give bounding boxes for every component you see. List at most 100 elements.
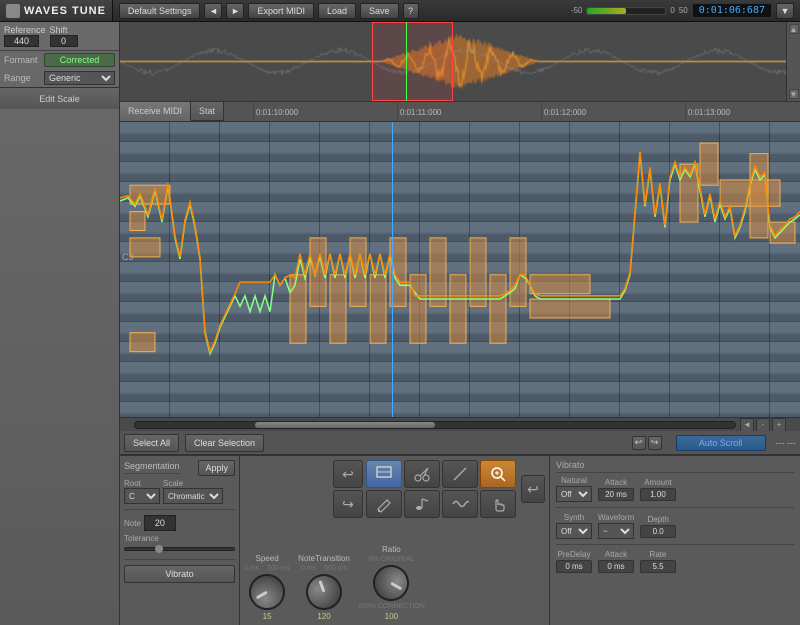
ratio-knob[interactable] [367,558,416,607]
shift-label: Shift [50,25,78,35]
time-expand-button[interactable]: ▼ [776,3,794,19]
timeline-ruler: 0:01:10:000 0:01:11:000 0:01:12:000 0:01… [224,102,800,122]
piano-roll-scrollbar-thumb[interactable] [255,422,435,428]
redo-small-button[interactable]: ↪ [648,436,662,450]
select-all-button[interactable]: Select All [124,434,179,452]
wave-tool-button[interactable] [442,490,478,518]
range-row: Range Generic Soprano Alto Tenor Bass [0,69,119,87]
roll-scroll-minus[interactable]: - [756,418,770,432]
reference-input[interactable] [4,35,39,47]
speed-min-label: 0 [244,565,248,572]
note-transition-knob[interactable] [301,569,347,615]
overview-scroll-up[interactable]: ▲ [789,24,799,34]
vibrato-natural-header: Natural [556,476,592,485]
nt-max-label: 500 [324,565,336,572]
bottom-controls-bar: Select All Clear Selection ↩ ↪ Auto Scro… [120,431,800,455]
note-input[interactable] [144,515,176,531]
toolbar: Default Settings ◄ ► Export MIDI Load Sa… [113,3,800,19]
tool-row-1 [366,460,516,488]
title-bar: WAVES TUNE Default Settings ◄ ► Export M… [0,0,800,22]
undo-right-button[interactable]: ↩ [521,475,545,503]
vibrato-predelay-col: PreDelay 0 ms [556,550,592,573]
vibrato-attack-value: 20 ms [598,488,634,501]
help-button[interactable]: ? [403,3,419,19]
save-button[interactable]: Save [360,3,399,19]
tolerance-label: Tolerance [124,534,235,543]
piano-roll-scrollbar-track[interactable] [134,421,736,429]
redo-button[interactable]: ↪ [333,490,363,518]
piano-roll-scrollbar: ◄ - + [120,417,800,431]
note-transition-value: 120 [317,612,330,621]
knobs-row: Speed 0 ms 500 ms 15 NoteTransition [244,522,545,621]
vibrato-natural-col: Natural OffOn [556,476,592,502]
receive-midi-tab[interactable]: Receive MIDI [120,102,191,121]
roll-scroll-plus[interactable]: + [772,418,786,432]
clear-selection-button[interactable]: Clear Selection [185,434,264,452]
range-select[interactable]: Generic Soprano Alto Tenor Bass [44,71,115,85]
apply-button[interactable]: Apply [198,460,235,476]
note-tool-button[interactable] [404,490,440,518]
vibrato-waveform-col: Waveform ~▲■ [598,513,634,539]
back-button[interactable]: ◄ [204,3,222,19]
scale-label: Scale [163,479,235,488]
hand-tool-button[interactable] [480,490,516,518]
app-logo: WAVES TUNE [0,0,113,21]
shift-group: Shift [50,25,78,47]
auto-scroll-button[interactable]: Auto Scroll [676,435,766,451]
range-label: Range [4,73,40,83]
vibrato-waveform-select[interactable]: ~▲■ [598,523,634,539]
dash-indicator: --- --- [776,438,796,448]
select-tool-button[interactable] [366,460,402,488]
forward-button[interactable]: ► [226,3,244,19]
vibrato-button[interactable]: Vibrato [124,565,235,583]
undo-button[interactable]: ↩ [333,460,363,488]
vibrato-divider-2 [556,544,794,545]
vibrato-depth-value: 0.0 [640,525,676,538]
tolerance-slider[interactable] [124,547,235,551]
timeline-mark-3: 0:01:12:000 [541,102,586,122]
overview-scroll-down[interactable]: ▼ [789,89,799,99]
pencil-tool-button[interactable] [366,490,402,518]
vibrato-natural-row: Natural OffOn Attack 20 ms Amount 1.00 [556,476,794,502]
vibrato-attack-col: Attack 20 ms [598,478,634,501]
stat-tab[interactable]: Stat [191,102,224,121]
left-panel: Reference Shift Formant Corrected Range … [0,22,120,625]
vibrato-synth-row: Synth OffOn Waveform ~▲■ Depth 0.0 [556,513,794,539]
vibrato-attack2-value: 0 ms [598,560,634,573]
scissors-tool-button[interactable] [404,460,440,488]
meter-plus50: 50 [679,6,688,15]
edit-scale-button[interactable]: Edit Scale [0,87,119,109]
ratio-label: Ratio [382,545,401,554]
tools-knobs-panel: ↩ ↪ [240,456,550,625]
vibrato-depth-col: Depth 0.0 [640,515,676,538]
ref-shift-row: Reference Shift [0,22,119,51]
vibrato-rate-col: Rate 5.5 [640,550,676,573]
shift-input[interactable] [50,35,78,47]
vibrato-predelay-header: PreDelay [556,550,592,559]
speed-knob[interactable] [242,567,291,616]
overview-selection [372,22,454,101]
speed-unit2-label: ms [281,565,290,572]
load-button[interactable]: Load [318,3,356,19]
meter-minus50: -50 [571,6,583,15]
scale-select[interactable]: ChromaticMajorMinor [163,488,223,504]
time-display: 0:01:06:687 [692,3,772,18]
zoom-tool-button[interactable] [480,460,516,488]
app-title: WAVES TUNE [24,5,106,17]
nt-unit-label: ms [307,565,316,572]
export-midi-button[interactable]: Export MIDI [248,3,314,19]
root-select[interactable]: CC#DD# EFF#G G#AA#B [124,488,160,504]
vibrato-natural-select[interactable]: OffOn [556,486,592,502]
root-scale-row: Root CC#DD# EFF#G G#AA#B Scale Chromatic… [124,479,235,504]
vibrato-synth-select[interactable]: OffOn [556,523,592,539]
roll-scroll-left[interactable]: ◄ [740,418,754,432]
undo-small-button[interactable]: ↩ [632,436,646,450]
logo-icon [6,4,20,18]
note-label: Note [124,519,141,528]
default-settings-button[interactable]: Default Settings [119,3,201,19]
tool-row-2 [366,490,516,518]
vibrato-waveform-header: Waveform [598,513,634,522]
line-tool-button[interactable] [442,460,478,488]
piano-roll[interactable]: C3 [120,122,800,417]
timeline-tabs: Receive MIDI Stat [120,102,224,121]
